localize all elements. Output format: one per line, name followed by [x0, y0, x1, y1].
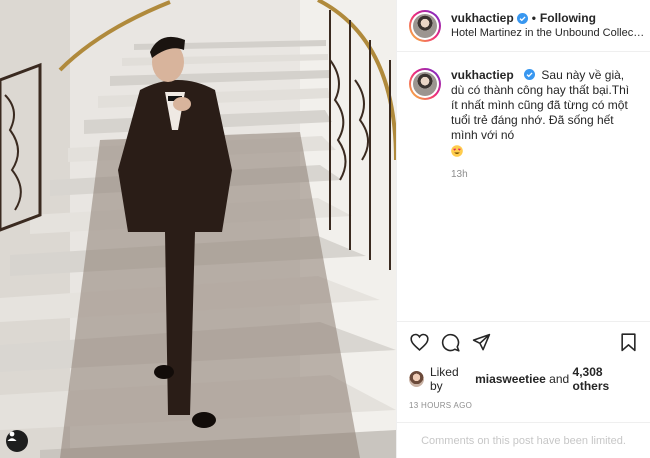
header-text: vukhactiep • Following Hotel Martinez in…: [451, 11, 645, 41]
user-tag-icon: [7, 431, 17, 441]
caption-avatar-image: [413, 72, 437, 96]
heart-eyes-emoji-icon: [451, 145, 463, 157]
caption: vukhactiep Sau này về già, dù có thành c…: [409, 68, 638, 182]
post-side-panel: vukhactiep • Following Hotel Martinez in…: [396, 0, 650, 458]
liker-username[interactable]: miasweetiee: [475, 372, 546, 386]
like-button[interactable]: [409, 332, 429, 352]
post-timestamp[interactable]: 13 HOURS AGO: [409, 401, 638, 410]
paper-plane-icon: [472, 333, 490, 350]
following-button[interactable]: Following: [540, 11, 596, 26]
liker-avatar[interactable]: [409, 371, 424, 387]
username-link[interactable]: vukhactiep: [451, 11, 514, 26]
user-tag-button[interactable]: [6, 430, 28, 452]
verified-badge-icon: [524, 69, 536, 80]
share-button[interactable]: [471, 332, 491, 352]
bookmark-icon: [620, 332, 636, 351]
comments-section: vukhactiep Sau này về già, dù có thành c…: [397, 52, 650, 321]
comments-limited-notice: Comments on this post have been limited.: [397, 422, 650, 458]
likes-conjunction: and: [549, 372, 570, 386]
actions-section: Liked by miasweetiee and 4,308 others 13…: [397, 321, 650, 410]
caption-body: vukhactiep Sau này về già, dù có thành c…: [451, 68, 631, 182]
comment-icon: [441, 333, 460, 352]
header-row: vukhactiep • Following: [451, 11, 638, 26]
dot-separator: •: [531, 10, 536, 25]
photo-illustration: [0, 0, 396, 458]
heart-icon: [409, 333, 429, 351]
verified-badge-icon: [516, 12, 528, 24]
likes-summary: Liked by miasweetiee and 4,308 others: [409, 365, 638, 393]
caption-time: 13h: [451, 169, 468, 180]
caption-avatar[interactable]: [409, 68, 441, 100]
comment-button[interactable]: [440, 332, 460, 352]
action-bar: [409, 328, 638, 356]
save-button[interactable]: [618, 332, 638, 352]
likes-prefix: Liked by: [429, 365, 459, 393]
post-header: vukhactiep • Following Hotel Martinez in…: [397, 0, 650, 52]
likes-others-link[interactable]: 4,308 others: [573, 365, 638, 393]
avatar[interactable]: [409, 9, 441, 42]
avatar-image: [413, 13, 437, 38]
instagram-post: vukhactiep • Following Hotel Martinez in…: [0, 0, 650, 458]
post-photo[interactable]: [0, 0, 396, 458]
caption-username[interactable]: vukhactiep: [451, 68, 514, 82]
location-link[interactable]: Hotel Martinez in the Unbound Collection…: [451, 26, 645, 41]
